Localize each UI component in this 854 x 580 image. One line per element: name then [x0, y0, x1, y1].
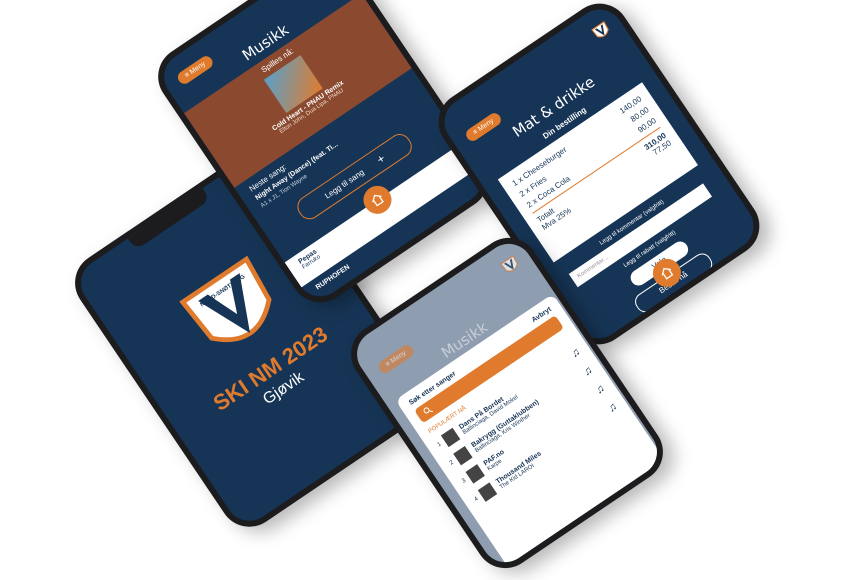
now-playing-label: Spilles nå:: [259, 46, 296, 75]
phone-notch: [127, 187, 211, 251]
brand-logo-icon: [498, 253, 523, 278]
plus-icon: +: [374, 151, 388, 167]
search-icon: [423, 407, 434, 414]
home-icon: [661, 267, 674, 280]
brand-logo-icon: [589, 19, 614, 44]
search-sheet: Søk etter sanger Avbryt POPULÆRT NÅ 1 Dan…: [395, 293, 667, 572]
home-icon: [372, 194, 384, 207]
list-item-artist: Farruko: [301, 254, 322, 271]
